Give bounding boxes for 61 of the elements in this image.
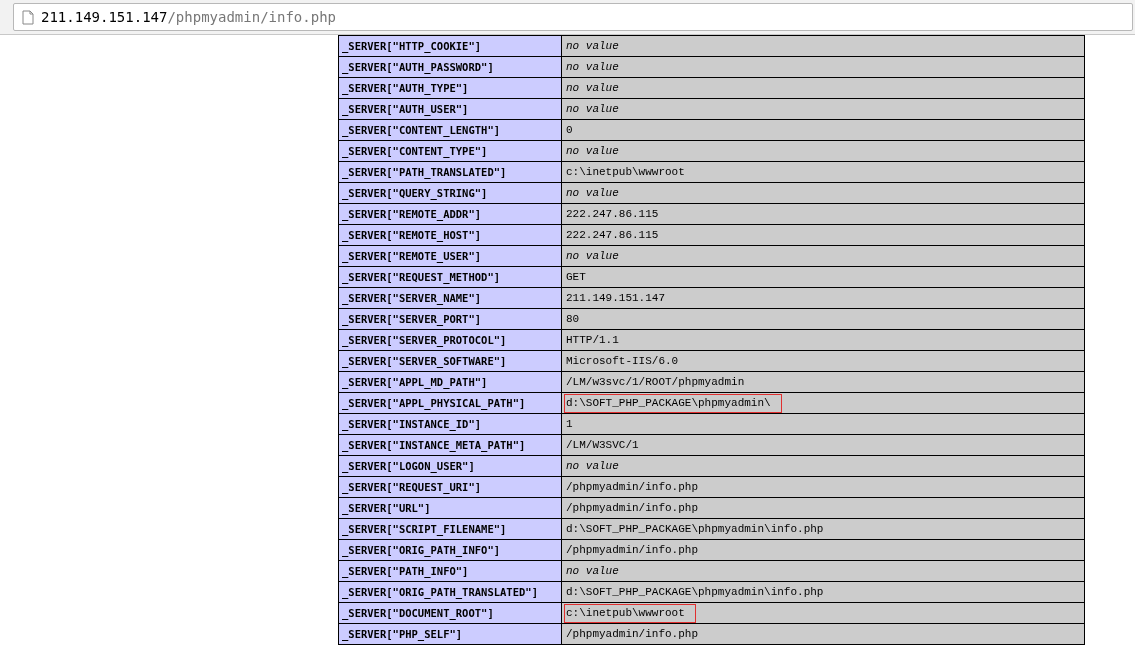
value-text: d:\SOFT_PHP_PACKAGE\phpmyadmin\info.php	[565, 585, 825, 600]
key-cell: _SERVER["INSTANCE_META_PATH"]	[338, 434, 562, 456]
key-cell: _SERVER["ORIG_PATH_INFO"]	[338, 539, 562, 561]
key-cell: _SERVER["SERVER_NAME"]	[338, 287, 562, 309]
no-value-text: no value	[565, 60, 620, 75]
address-bar[interactable]: 211.149.151.147/phpmyadmin/info.php	[13, 3, 1133, 31]
key-cell: _SERVER["REQUEST_METHOD"]	[338, 266, 562, 288]
key-cell: _SERVER["INSTANCE_ID"]	[338, 413, 562, 435]
key-cell: _SERVER["SERVER_PROTOCOL"]	[338, 329, 562, 351]
key-cell: _SERVER["PHP_SELF"]	[338, 623, 562, 645]
no-value-text: no value	[565, 564, 620, 579]
key-cell: _SERVER["SERVER_SOFTWARE"]	[338, 350, 562, 372]
key-cell: _SERVER["REMOTE_HOST"]	[338, 224, 562, 246]
value-text: HTTP/1.1	[565, 333, 620, 348]
value-text: 0	[565, 123, 574, 138]
key-cell: _SERVER["CONTENT_LENGTH"]	[338, 119, 562, 141]
key-cell: _SERVER["URL"]	[338, 497, 562, 519]
no-value-text: no value	[565, 249, 620, 264]
value-text: c:\inetpub\wwwroot	[565, 165, 686, 180]
no-value-text: no value	[565, 186, 620, 201]
key-cell: _SERVER["AUTH_PASSWORD"]	[338, 56, 562, 78]
page-icon	[22, 9, 34, 25]
key-cell: _SERVER["CONTENT_TYPE"]	[338, 140, 562, 162]
key-cell: _SERVER["PATH_INFO"]	[338, 560, 562, 582]
key-cell: _SERVER["LOGON_USER"]	[338, 455, 562, 477]
key-cell: _SERVER["AUTH_USER"]	[338, 98, 562, 120]
no-value-text: no value	[565, 39, 620, 54]
key-cell: _SERVER["SERVER_PORT"]	[338, 308, 562, 330]
key-cell: _SERVER["APPL_MD_PATH"]	[338, 371, 562, 393]
key-cell: _SERVER["REMOTE_ADDR"]	[338, 203, 562, 225]
value-text: /phpmyadmin/info.php	[565, 627, 700, 642]
value-text: /LM/w3svc/1/ROOT/phpmyadmin	[565, 375, 746, 390]
no-value-text: no value	[565, 102, 620, 117]
value-text: /phpmyadmin/info.php	[565, 543, 700, 558]
key-cell: _SERVER["REQUEST_URI"]	[338, 476, 562, 498]
key-cell: _SERVER["AUTH_TYPE"]	[338, 77, 562, 99]
value-text: d:\SOFT_PHP_PACKAGE\phpmyadmin\	[564, 394, 782, 413]
value-text: /phpmyadmin/info.php	[565, 480, 700, 495]
key-cell: _SERVER["REMOTE_USER"]	[338, 245, 562, 267]
value-text: /LM/W3SVC/1	[565, 438, 640, 453]
value-text: 222.247.86.115	[565, 228, 660, 243]
value-text: 1	[565, 417, 574, 432]
value-text: /phpmyadmin/info.php	[565, 501, 700, 516]
key-cell: _SERVER["ORIG_PATH_TRANSLATED"]	[338, 581, 562, 603]
no-value-text: no value	[565, 459, 620, 474]
no-value-text: no value	[565, 144, 620, 159]
value-text: 211.149.151.147	[565, 291, 667, 306]
key-cell: _SERVER["DOCUMENT_ROOT"]	[338, 602, 562, 624]
no-value-text: no value	[565, 81, 620, 96]
value-text: Microsoft-IIS/6.0	[565, 354, 680, 369]
key-cell: _SERVER["APPL_PHYSICAL_PATH"]	[338, 392, 562, 414]
key-cell: _SERVER["HTTP_COOKIE"]	[338, 35, 562, 57]
value-text: GET	[565, 270, 587, 285]
key-cell: _SERVER["QUERY_STRING"]	[338, 182, 562, 204]
key-cell: _SERVER["SCRIPT_FILENAME"]	[338, 518, 562, 540]
key-cell: _SERVER["PATH_TRANSLATED"]	[338, 161, 562, 183]
value-text: 80	[565, 312, 581, 327]
value-text: c:\inetpub\wwwroot	[564, 604, 696, 623]
url-text: 211.149.151.147/phpmyadmin/info.php	[41, 7, 336, 27]
value-text: d:\SOFT_PHP_PACKAGE\phpmyadmin\info.php	[565, 522, 825, 537]
value-text: 222.247.86.115	[565, 207, 660, 222]
